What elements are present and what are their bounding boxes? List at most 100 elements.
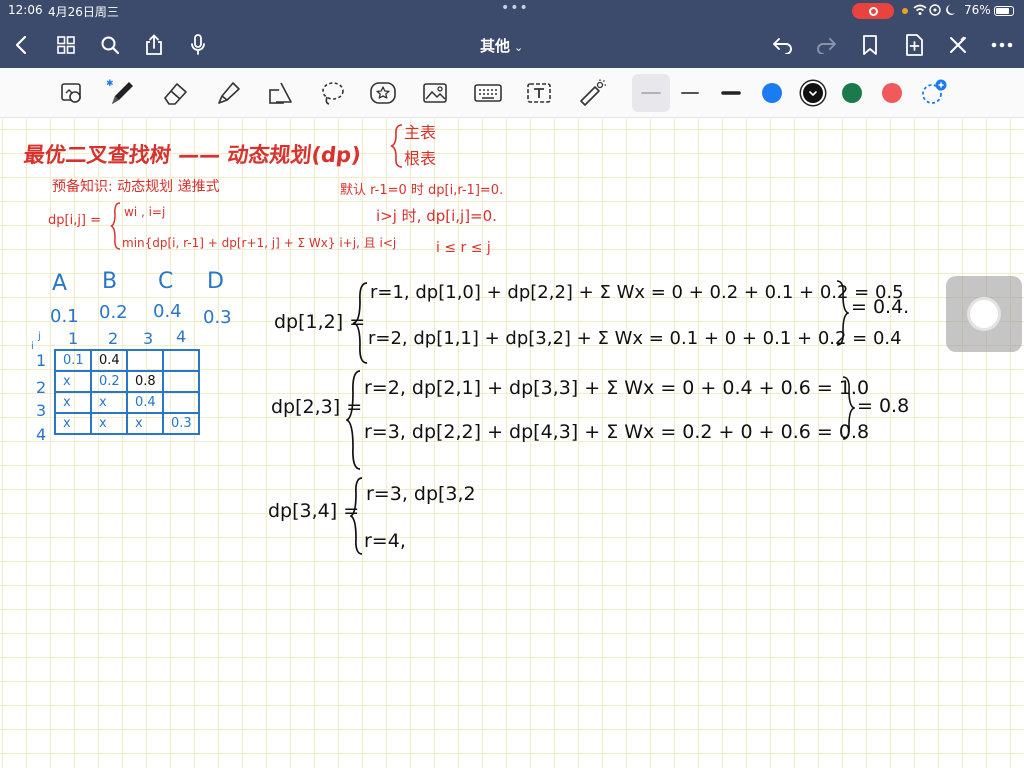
dp12-close-brace-icon [836, 280, 849, 346]
image-icon[interactable] [418, 76, 452, 110]
grid-row-label: 4 [36, 425, 47, 444]
color-red-swatch[interactable] [882, 83, 902, 103]
grid-row-label: 1 [36, 351, 47, 370]
key-b: B [102, 269, 118, 294]
table-row: x x 0.4 [54, 391, 200, 414]
grid-row-label: 3 [36, 401, 47, 420]
bookmark-icon[interactable] [855, 22, 885, 68]
more-options-icon[interactable] [987, 22, 1017, 68]
dp12-case-r1: r=1, dp[1,0] + dp[2,2] + Σ Wx = 0 + 0.2 … [370, 282, 904, 303]
eraser-icon[interactable] [158, 76, 192, 110]
lasso-image-icon[interactable] [55, 76, 89, 110]
table-cell [162, 370, 200, 393]
status-bar: 12:06 4月26日周三 ••• 76% [0, 0, 1024, 22]
laser-pointer-icon[interactable] [575, 76, 609, 110]
prob-c: 0.4 [153, 301, 182, 322]
svg-text:✱: ✱ [107, 79, 114, 89]
table-cell [162, 349, 200, 372]
share-icon[interactable] [139, 22, 169, 68]
prereq-text: 预备知识: 动态规划 递推式 [52, 179, 220, 195]
dp12-result: = 0.4. [851, 296, 910, 318]
table-row: 0.1 0.4 [54, 349, 200, 372]
rule-i-greater-j-text: i>j 时, dp[i,j]=0. [376, 207, 497, 225]
grid-col-label: 4 [176, 327, 187, 346]
table-cell: x [54, 391, 92, 414]
screen-recording-icon[interactable] [852, 3, 894, 19]
mic-in-use-indicator [902, 8, 908, 14]
pen-width-medium-button[interactable] [673, 76, 707, 110]
prob-a: 0.1 [50, 306, 79, 327]
prob-b: 0.2 [99, 302, 128, 323]
grid-corner-j-label: j [38, 331, 41, 342]
multitasking-dots-icon[interactable]: ••• [501, 0, 529, 16]
pen-width-thin-button[interactable] [632, 74, 670, 112]
recurrence-brace-icon [110, 202, 121, 250]
grid-view-icon[interactable] [51, 22, 81, 68]
table-cell: x [126, 412, 164, 435]
close-pen-icon[interactable] [943, 22, 973, 68]
key-a: A [52, 271, 68, 296]
navigation-bar: 其他 ⌄ [0, 22, 1024, 68]
recurrence-lhs: dp[i,j] = [48, 213, 102, 228]
assistive-touch-button[interactable] [946, 276, 1022, 352]
pen-width-thick-button[interactable] [714, 76, 748, 110]
dp12-brace-icon [353, 282, 368, 364]
table-cell: 0.2 [90, 370, 128, 393]
color-green-swatch[interactable] [842, 83, 862, 103]
dp34-lhs: dp[3,4] = [268, 500, 360, 522]
color-blue-swatch[interactable] [762, 83, 782, 103]
shapes-icon[interactable] [264, 76, 298, 110]
table-cell: 0.3 [162, 412, 200, 435]
title-side-brace-icon [390, 124, 403, 168]
undo-icon[interactable] [768, 22, 798, 68]
status-time: 12:06 [8, 3, 43, 17]
highlighter-icon[interactable] [211, 76, 245, 110]
range-constraint-text: i ≤ r ≤ j [436, 240, 491, 256]
note-title: 最优二叉查找树 —— 动态规划(dp) [22, 143, 363, 167]
redo-icon[interactable] [811, 22, 841, 68]
sticker-icon[interactable] [366, 76, 400, 110]
note-canvas[interactable]: 最优二叉查找树 —— 动态规划(dp) 主表 根表 预备知识: 动态规划 递推式… [0, 119, 1024, 768]
lasso-icon[interactable] [316, 76, 350, 110]
keyboard-icon[interactable] [471, 76, 505, 110]
recurrence-case-2: min{dp[i, r-1] + dp[r+1, j] + Σ Wx} i+j,… [122, 236, 397, 250]
dp34-case-r4: r=4, [364, 530, 406, 552]
table-cell: x [90, 391, 128, 414]
dp23-brace-icon [346, 370, 361, 470]
dp34-case-r3: r=3, dp[3,2 [366, 483, 476, 505]
title-side-root-table: 根表 [404, 149, 437, 168]
dp23-case-r3: r=3, dp[2,2] + dp[4,3] + Σ Wx = 0.2 + 0 … [364, 421, 870, 443]
table-row: x 0.2 0.8 [54, 370, 200, 393]
grid-row-label: 2 [36, 378, 47, 397]
microphone-icon[interactable] [183, 22, 213, 68]
text-box-icon[interactable] [522, 76, 556, 110]
back-icon[interactable] [6, 22, 36, 68]
key-d: D [207, 269, 224, 294]
grid-corner-i-label: i [31, 341, 34, 352]
search-icon[interactable] [95, 22, 125, 68]
battery-icon [994, 6, 1014, 16]
title-side-main-table: 主表 [404, 123, 437, 142]
table-cell: 0.4 [90, 349, 128, 372]
color-black-swatch[interactable] [803, 83, 823, 103]
dp23-case-r2: r=2, dp[2,1] + dp[3,3] + Σ Wx = 0 + 0.4 … [364, 377, 870, 399]
key-c: C [158, 269, 174, 294]
chevron-down-icon: ⌄ [514, 41, 524, 54]
pen-icon[interactable]: ✱ [105, 76, 139, 110]
dp-table: 0.1 0.4 x 0.2 0.8 x x 0.4 x x x 0.3 [54, 349, 200, 435]
table-cell: 0.1 [54, 349, 92, 372]
table-cell [162, 391, 200, 414]
add-page-icon[interactable] [899, 22, 929, 68]
document-title-menu[interactable]: 其他 ⌄ [480, 35, 523, 56]
table-cell [126, 349, 164, 372]
prob-d: 0.3 [203, 307, 232, 328]
dp12-case-r2: r=2, dp[1,1] + dp[3,2] + Σ Wx = 0.1 + 0 … [368, 328, 902, 349]
dp12-lhs: dp[1,2] = [274, 311, 366, 333]
table-cell: x [90, 412, 128, 435]
status-date: 4月26日周三 [48, 5, 119, 19]
add-color-icon[interactable] [916, 75, 950, 109]
table-cell: 0.4 [126, 391, 164, 414]
table-row: x x x 0.3 [54, 412, 200, 435]
dp23-result: = 0.8 [857, 395, 910, 417]
recurrence-case-1: wi , i=j [124, 205, 166, 219]
